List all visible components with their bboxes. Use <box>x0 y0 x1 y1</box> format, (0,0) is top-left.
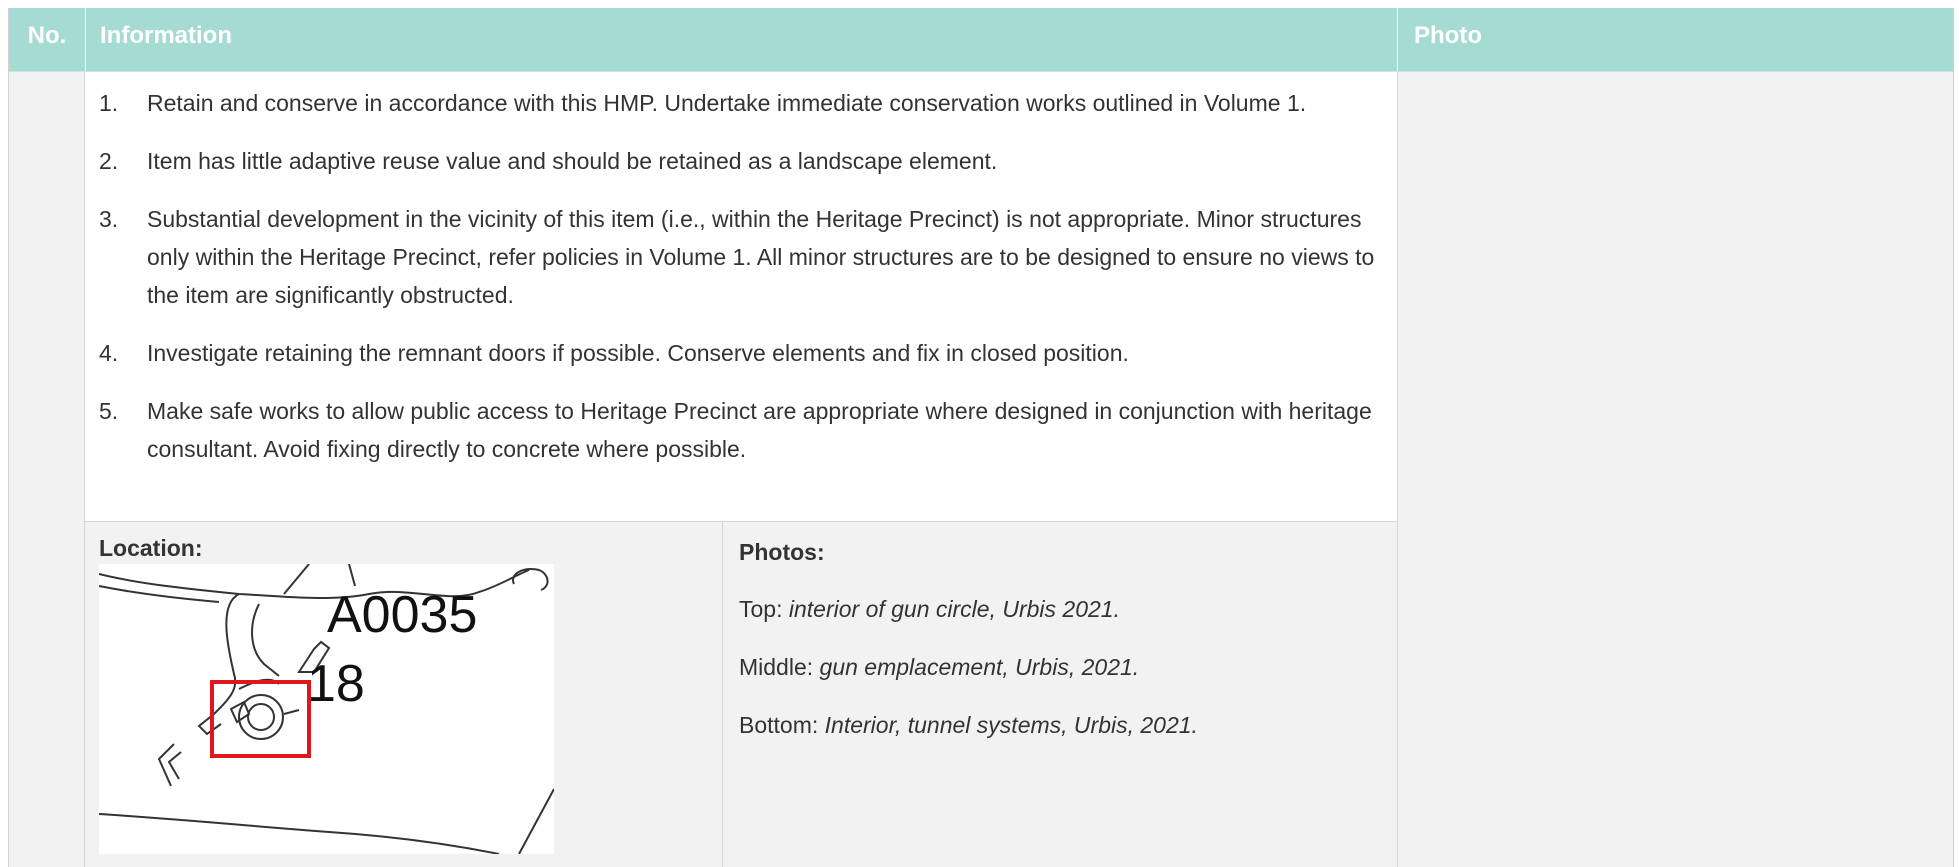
table-header: No. Information Photo <box>9 8 1953 72</box>
photos-label: Photos: <box>739 539 825 565</box>
information-column: 1. Retain and conserve in accordance wit… <box>85 72 1397 867</box>
gun-circle-inner <box>247 703 275 731</box>
map-road-line <box>99 813 500 854</box>
policies-section: 1. Retain and conserve in accordance wit… <box>85 72 1397 522</box>
header-information: Information <box>85 8 1397 71</box>
policy-number: 1. <box>99 90 119 116</box>
policy-text: Investigate retaining the remnant doors … <box>147 340 1129 366</box>
map-road-line <box>348 564 356 587</box>
photo-caption-middle: Middle: gun emplacement, Urbis, 2021. <box>739 653 1139 681</box>
location-cell: Location: A0035 18 <box>85 522 723 867</box>
policy-text: Item has little adaptive reuse value and… <box>147 148 998 174</box>
location-map: A0035 18 <box>99 564 554 854</box>
policy-text: Substantial development in the vicinity … <box>147 206 1375 308</box>
list-item: 3. Substantial development in the vicini… <box>99 200 1397 314</box>
photo-caption-text: gun emplacement, Urbis, 2021. <box>819 654 1140 680</box>
photo-caption-top: Top: interior of gun circle, Urbis 2021. <box>739 595 1120 623</box>
details-section: Location: A0035 18 Photos: Top: interior… <box>85 522 1397 867</box>
map-area-label: A0035 <box>327 586 477 644</box>
photo-caption-prefix: Middle: <box>739 654 820 680</box>
policy-text: Retain and conserve in accordance with t… <box>147 90 1307 116</box>
map-path-line <box>251 603 280 677</box>
policy-number: 2. <box>99 148 119 174</box>
location-map-drawing: A0035 18 <box>99 564 554 854</box>
map-chevron <box>167 751 182 780</box>
policy-number: 3. <box>99 206 119 232</box>
list-item: 4. Investigate retaining the remnant doo… <box>99 334 1397 372</box>
policy-number: 5. <box>99 398 119 424</box>
heritage-item-table: No. Information Photo 1. Retain and cons… <box>8 8 1954 867</box>
list-item: 2. Item has little adaptive reuse value … <box>99 142 1397 180</box>
map-feature-outline <box>512 568 549 591</box>
map-road-line <box>283 564 310 595</box>
map-item-label: 18 <box>307 655 365 713</box>
location-label: Location: <box>99 535 203 561</box>
header-no: No. <box>27 22 67 49</box>
photo-caption-bottom: Bottom: Interior, tunnel systems, Urbis,… <box>739 711 1198 739</box>
map-road-line <box>518 788 554 854</box>
list-item: 1. Retain and conserve in accordance wit… <box>99 84 1397 122</box>
header-photo: Photo <box>1397 8 1953 71</box>
photo-column <box>1397 72 1953 867</box>
photo-caption-prefix: Top: <box>739 596 789 622</box>
photos-cell: Photos: Top: interior of gun circle, Urb… <box>723 522 1397 867</box>
policy-list: 1. Retain and conserve in accordance wit… <box>85 72 1397 468</box>
item-highlight-box <box>210 680 311 758</box>
policy-text: Make safe works to allow public access t… <box>147 398 1372 462</box>
map-road-line <box>99 585 220 603</box>
list-item: 5. Make safe works to allow public acces… <box>99 392 1397 468</box>
photo-caption-text: Interior, tunnel systems, Urbis, 2021. <box>824 712 1198 738</box>
photo-caption-prefix: Bottom: <box>739 712 825 738</box>
photo-caption-text: interior of gun circle, Urbis 2021. <box>788 596 1120 622</box>
policy-number: 4. <box>99 340 119 366</box>
map-leader-line <box>283 709 300 715</box>
number-column <box>9 72 85 867</box>
